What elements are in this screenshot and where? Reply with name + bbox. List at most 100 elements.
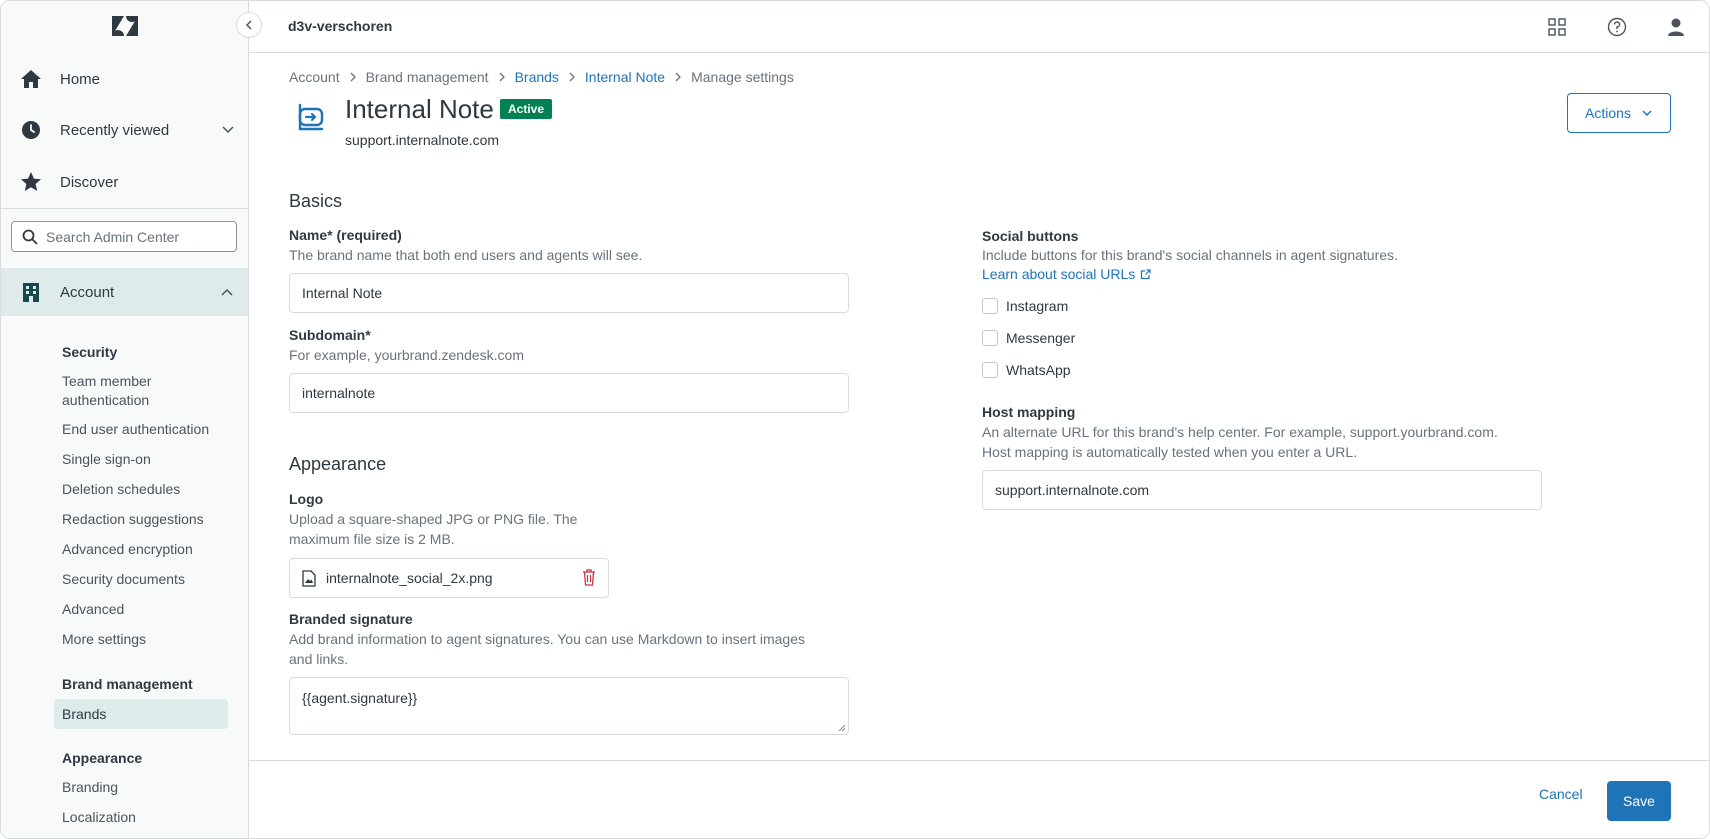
sidebar-heading-brand-management: Brand management [62, 676, 193, 692]
chevron-left-icon [245, 20, 252, 30]
sidebar-item-label: Home [60, 70, 101, 88]
logo-label: Logo [289, 491, 324, 507]
sidebar-link-sso[interactable]: Single sign-on [62, 450, 151, 469]
checkbox-label: WhatsApp [1006, 362, 1071, 378]
breadcrumb-manage-settings: Manage settings [691, 69, 794, 85]
subdomain-field[interactable]: internalnote [289, 373, 849, 413]
chevron-right-icon [567, 72, 577, 82]
chevron-down-icon [1641, 107, 1653, 119]
signature-hint: and links. [289, 651, 349, 667]
name-hint: The brand name that both end users and a… [289, 247, 643, 263]
subdomain-label: Subdomain* [289, 327, 371, 343]
brand-logo-icon [298, 103, 324, 131]
search-placeholder: Search Admin Center [46, 228, 180, 245]
collapse-sidebar-button[interactable] [236, 12, 262, 38]
actions-label: Actions [1585, 105, 1631, 121]
messenger-checkbox[interactable]: Messenger [982, 330, 1075, 346]
logo-file-item: internalnote_social_2x.png [289, 558, 609, 598]
actions-button[interactable]: Actions [1567, 93, 1671, 133]
save-button[interactable]: Save [1607, 781, 1671, 821]
logo-file-name: internalnote_social_2x.png [326, 570, 493, 586]
sidebar-item-label: Discover [60, 173, 119, 191]
chevron-right-icon [348, 72, 358, 82]
sidebar-item-discover[interactable]: Discover [1, 160, 249, 204]
logo-hint: Upload a square-shaped JPG or PNG file. … [289, 511, 578, 527]
status-badge: Active [500, 99, 553, 119]
divider [1, 208, 248, 209]
breadcrumb-brands[interactable]: Brands [515, 69, 559, 85]
sidebar-item-home[interactable]: Home [1, 57, 249, 101]
sidebar-link-branding[interactable]: Branding [62, 778, 118, 797]
checkbox-label: Messenger [1006, 330, 1076, 346]
chevron-right-icon [497, 72, 507, 82]
checkbox-label: Instagram [1006, 298, 1069, 314]
sidebar-link-end-user-auth[interactable]: End user authentication [62, 420, 209, 439]
subdomain-hint: For example, yourbrand.zendesk.com [289, 347, 524, 363]
signature-hint: Add brand information to agent signature… [289, 631, 805, 647]
signature-label: Branded signature [289, 611, 413, 627]
home-icon [19, 67, 43, 91]
instagram-checkbox[interactable]: Instagram [982, 298, 1068, 314]
chevron-up-icon[interactable] [220, 286, 234, 304]
sidebar-item-recently-viewed[interactable]: Recently viewed [1, 108, 249, 152]
delete-file-icon[interactable] [582, 569, 596, 586]
host-mapping-label: Host mapping [982, 404, 1076, 420]
sidebar-link-team-member-auth[interactable]: Team member authentication [62, 372, 192, 410]
building-icon [19, 280, 43, 304]
sidebar-link-more-settings[interactable]: More settings [62, 630, 146, 649]
resize-handle-icon[interactable] [838, 724, 846, 732]
signature-value: {{agent.signature}} [302, 690, 418, 706]
external-link-icon [1140, 268, 1151, 280]
brand-name-field[interactable]: Internal Note [289, 273, 849, 313]
sidebar-link-advanced[interactable]: Advanced [62, 600, 124, 619]
social-buttons-hint: Include buttons for this brand's social … [982, 247, 1398, 263]
zendesk-logo-icon[interactable] [111, 15, 139, 37]
sidebar-heading-security: Security [62, 344, 118, 360]
checkbox-box[interactable] [982, 298, 998, 314]
search-icon [22, 229, 38, 245]
chevron-right-icon [673, 72, 683, 82]
apps-grid-icon[interactable] [1545, 15, 1569, 39]
top-bar: d3v-verschoren [249, 1, 1709, 53]
sidebar-heading-appearance: Appearance [62, 750, 143, 766]
breadcrumb-brand-management: Brand management [365, 69, 489, 85]
sidebar-item-label: Account [60, 283, 115, 301]
signature-textarea[interactable]: {{agent.signature}} [289, 677, 849, 735]
cancel-button[interactable]: Cancel [1539, 786, 1583, 802]
breadcrumb-internal-note[interactable]: Internal Note [585, 69, 665, 85]
host-mapping-hint: An alternate URL for this brand's help c… [982, 424, 1498, 440]
checkbox-box[interactable] [982, 330, 998, 346]
sidebar-item-account[interactable]: Account [1, 268, 248, 316]
app-window: Home Recently viewed Discover Search Adm… [0, 0, 1710, 839]
main-content: Account Brand management Brands Internal… [249, 53, 1709, 760]
host-mapping-hint: Host mapping is automatically tested whe… [982, 444, 1358, 460]
sidebar-link-deletion-schedules[interactable]: Deletion schedules [62, 480, 180, 499]
learn-social-urls-text: Learn about social URLs [982, 266, 1136, 282]
help-icon[interactable] [1605, 15, 1629, 39]
sidebar: Home Recently viewed Discover Search Adm… [1, 1, 249, 838]
brand-domain: support.internalnote.com [345, 132, 500, 148]
sidebar-link-localization[interactable]: Localization [62, 808, 136, 827]
sidebar-link-redaction[interactable]: Redaction suggestions [62, 510, 204, 529]
breadcrumb-account: Account [289, 69, 340, 85]
name-label: Name* (required) [289, 227, 402, 243]
checkbox-box[interactable] [982, 362, 998, 378]
social-buttons-label: Social buttons [982, 228, 1079, 244]
sidebar-link-encryption[interactable]: Advanced encryption [62, 540, 193, 559]
sidebar-link-security-docs[interactable]: Security documents [62, 570, 185, 589]
section-title-basics: Basics [289, 191, 343, 211]
clock-icon [19, 118, 43, 142]
section-title-appearance: Appearance [289, 454, 387, 474]
breadcrumb: Account Brand management Brands Internal… [289, 69, 794, 85]
sidebar-item-label: Recently viewed [60, 121, 170, 139]
search-input[interactable]: Search Admin Center [11, 221, 237, 252]
whatsapp-checkbox[interactable]: WhatsApp [982, 362, 1071, 378]
chevron-down-icon[interactable] [221, 122, 235, 140]
page-title: Internal Note [345, 94, 494, 124]
tenant-name: d3v-verschoren [288, 18, 393, 34]
host-mapping-field[interactable]: support.internalnote.com [982, 470, 1542, 510]
sidebar-link-brands[interactable]: Brands [54, 699, 228, 729]
user-avatar-icon[interactable] [1664, 15, 1688, 39]
star-icon [19, 170, 43, 194]
learn-social-urls-link[interactable]: Learn about social URLs [982, 266, 1151, 282]
